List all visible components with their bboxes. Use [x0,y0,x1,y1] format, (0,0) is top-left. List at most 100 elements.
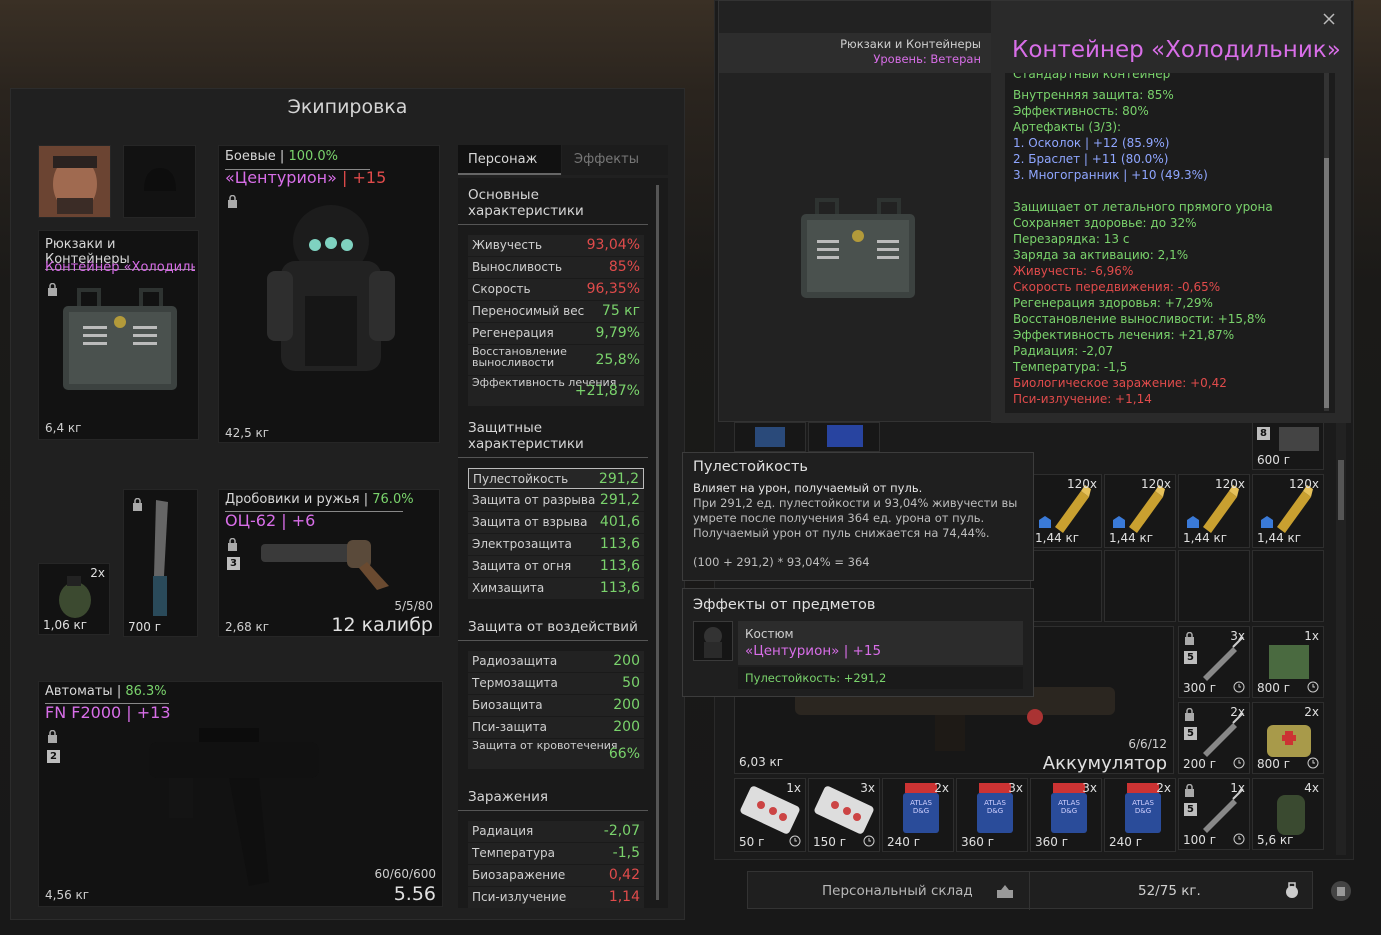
stat-value: 50 [622,675,640,691]
ammo-cell[interactable]: 120x 1,44 кг [1104,474,1176,548]
stat-label: Защита от огня [472,559,572,573]
item-count: 3x [1230,629,1245,643]
item-tier-badge: 5 [1184,727,1197,740]
stat-row[interactable]: Биозаражение 0,42 [468,865,644,886]
inventory-cell[interactable] [734,422,806,452]
tooltip-scrollbar[interactable] [1324,73,1329,411]
rifle-slot[interactable]: Автоматы | 86.3% FN F2000 | +13 2 60/60/… [38,681,443,907]
shotgun-caliber: 12 калибр [331,614,433,636]
stat-row[interactable]: Пулестойкость 291,2 [468,468,644,489]
kit-cell[interactable]: 1x 800 г [1252,626,1324,698]
ammo-cell[interactable]: 120x 1,44 кг [1178,474,1250,548]
tooltip-stats: Стандартный контейнер Внутренняя защита:… [1005,73,1335,413]
knife-slot[interactable]: 700 г [123,489,198,637]
tab-character[interactable]: Персонаж [458,145,561,175]
tooltip-details: Контейнер «Холодильник» Стандартный конт… [991,1,1351,423]
stat-row[interactable]: Пси-защита 200 [468,717,644,738]
artifact-line[interactable]: 3. Многогранник | +10 (49.3%) [1013,167,1323,183]
stat-value: 113,6 [599,580,640,596]
artifact-line[interactable]: 2. Браслет | +11 (80.0%) [1013,151,1323,167]
grenade-slot[interactable]: 2x 1,06 кг [38,563,110,635]
empty-cell[interactable] [1030,550,1102,622]
ammo-cell[interactable]: 120x 1,44 кг [1030,474,1102,548]
stat-row[interactable]: Защита от взрыва 401,6 [468,512,644,533]
item-weight: 600 г [1257,453,1291,467]
artifact-line[interactable]: 1. Осколок | +12 (85.9%) [1013,135,1323,151]
stat-row[interactable]: Живучесть 93,04% [468,235,644,256]
stat-row[interactable]: Радиация -2,07 [468,821,644,842]
stat-row[interactable]: Скорость 96,35% [468,279,644,300]
stat-row[interactable]: Температура -1,5 [468,843,644,864]
consumable-cell[interactable]: 1x 50 г [734,778,806,852]
character-portrait[interactable] [38,145,111,218]
tooltip-effect-line: Биологическое заражение: +0,42 [1013,376,1227,390]
lock-icon [48,283,57,296]
armor-category: Боевые [225,149,276,164]
stat-value: 66% [608,746,640,762]
kit-cell[interactable]: 2x 800 г [1252,702,1324,774]
stat-label: Защита от взрыва [472,515,588,529]
shotgun-weight: 2,68 кг [225,620,270,634]
syringe-cell[interactable]: 5 3x 300 г [1178,626,1250,698]
bullet-tooltip-subtitle: Влияет на урон, получаемый от пуль. [693,481,923,495]
consumable-cell[interactable]: ATLAS D&G 2x 240 г [882,778,954,852]
inventory-scrollbar[interactable] [1336,420,1346,855]
stat-row[interactable]: Пси-излучение 1,14 [468,887,644,908]
close-icon[interactable] [1323,13,1335,25]
stat-row[interactable]: Химзащита 113,6 [468,578,644,599]
lock-icon [228,195,237,208]
rifle-category-line: Автоматы | 86.3% [45,684,167,699]
armor-slot[interactable]: Боевые | 100.0% «Центурион» | +15 42,5 к… [218,145,440,443]
stat-value: 25,8% [595,352,640,368]
stat-row[interactable]: Выносливость 85% [468,257,644,278]
pill-bottle-label: ATLAS D&G [1132,799,1154,815]
consumable-cell[interactable]: 3x 150 г [808,778,880,852]
syringe-cell[interactable]: 5 1x 100 г [1178,778,1250,850]
kit-cell[interactable]: 4x 5,6 кг [1252,778,1324,850]
shotgun-image [261,540,389,590]
item-count: 2x [934,781,949,795]
stat-row[interactable]: Термозащита 50 [468,673,644,694]
consumable-cell[interactable]: ATLAS D&G 2x 240 г [1104,778,1176,852]
shotgun-name: ОЦ-62 [225,511,277,530]
stat-row[interactable]: Защита от огня 113,6 [468,556,644,577]
stat-row[interactable]: Защита от разрыва 291,2 [468,490,644,511]
stats-scrollbar[interactable] [656,185,659,900]
syringe-cell[interactable]: 5 2x 200 г [1178,702,1250,774]
stat-row[interactable]: Биозащита 200 [468,695,644,716]
consumable-cell[interactable]: ATLAS D&G 3x 360 г [1030,778,1102,852]
item-weight: 5,6 кг [1257,833,1294,847]
lock-icon [228,538,237,551]
shotgun-slot[interactable]: Дробовики и ружья | 76.0% ОЦ-62 | +6 3 5… [218,489,440,637]
backpack-slot[interactable]: Рюкзаки и Контейнеры Контейнер «Холодиль… [38,230,199,440]
empty-cell[interactable] [1104,550,1176,622]
item-weight: 240 г [1109,835,1143,849]
helmet-slot[interactable] [123,145,196,218]
item-count: 4x [1304,781,1319,795]
empty-cell[interactable] [1252,550,1324,622]
shotgun-category: Дробовики и ружья [225,492,360,507]
stat-label: Регенерация [472,326,554,340]
armor-category-line: Боевые | 100.0% [225,149,339,164]
ammo-cell[interactable]: 120x 1,44 кг [1252,474,1324,548]
inventory-cell[interactable] [808,422,880,452]
item-count: 120x [1214,477,1245,491]
stat-row[interactable]: Электрозащита 113,6 [468,534,644,555]
stat-label: Биозаражение [472,868,566,882]
tab-effects[interactable]: Эффекты [562,145,668,175]
personal-storage-button[interactable]: Персональный склад [748,872,1030,910]
stat-row[interactable]: Радиозащита 200 [468,651,644,672]
weapon-caliber: Аккумулятор [1042,753,1167,774]
weapon-ammo: 6/6/12 [1128,737,1167,751]
stat-row[interactable]: Регенерация 9,79% [468,323,644,344]
basic-stats-title: Основные характеристики [458,181,648,225]
consumable-cell[interactable]: ATLAS D&G 3x 360 г [956,778,1028,852]
empty-cell[interactable] [1178,550,1250,622]
stat-value: 93,04% [586,237,640,253]
artifact-value: | +10 (49.3%) [1119,168,1208,182]
stat-row[interactable]: Переносимый вес 75 кг [468,301,644,322]
trash-icon[interactable] [1330,880,1352,902]
shotgun-percent: 76.0% [372,492,414,507]
protect-stats-title: Защитные характеристики [458,414,648,458]
inventory-cell[interactable]: 8 600 г [1252,422,1324,470]
